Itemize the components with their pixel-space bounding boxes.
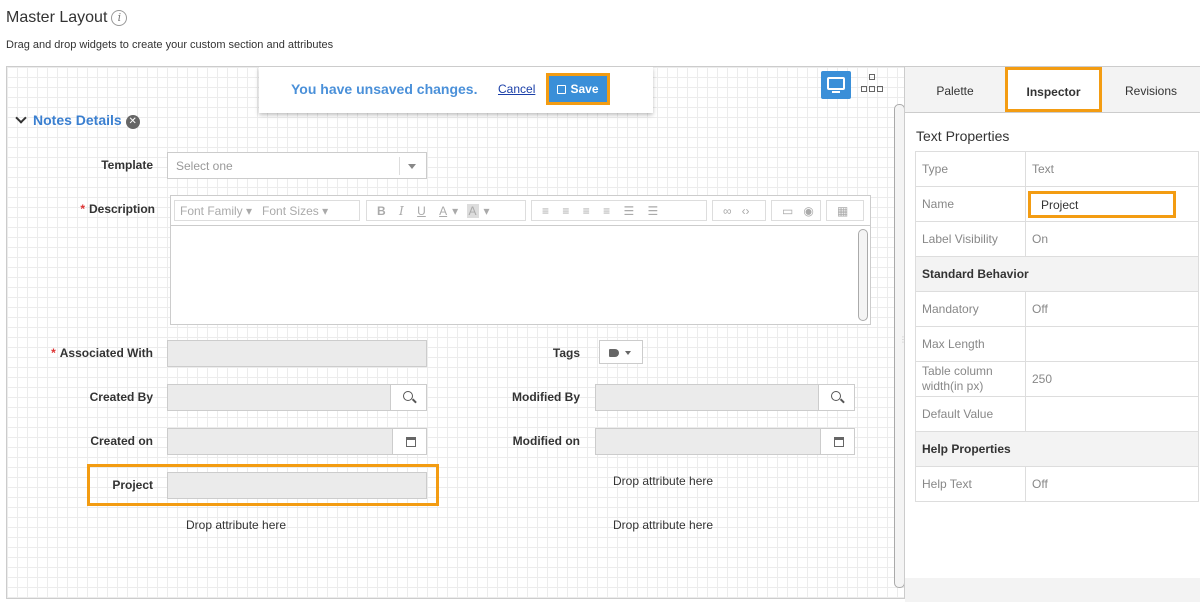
layout-canvas: You have unsaved changes. Cancel Save No… <box>6 66 905 599</box>
align-left-icon[interactable]: ≡ <box>542 204 549 218</box>
created-by-search-button[interactable] <box>390 384 427 411</box>
tags-label: Tags <box>552 346 580 360</box>
print-icon[interactable]: ▭ <box>782 204 793 218</box>
search-icon <box>403 391 413 401</box>
drop-zone-left[interactable]: Drop attribute here <box>186 518 286 532</box>
name-input[interactable]: Project <box>1028 190 1176 218</box>
property-row: Default Value <box>915 396 1199 432</box>
bold-button[interactable]: B <box>377 204 386 218</box>
created-on-label: Created on <box>90 434 153 448</box>
modified-by-field[interactable] <box>595 384 819 411</box>
tab-revisions[interactable]: Revisions <box>1102 67 1200 112</box>
modified-on-calendar-button[interactable] <box>820 428 855 455</box>
save-button[interactable]: Save <box>546 73 610 105</box>
property-section: Standard Behavior <box>915 256 1199 292</box>
description-label: * Description <box>80 202 155 216</box>
numbered-list-icon[interactable]: ☰ <box>648 204 659 218</box>
tree-view-button[interactable] <box>857 71 887 99</box>
tab-inspector[interactable]: Inspector <box>1005 67 1102 112</box>
created-by-label: Created By <box>89 390 153 404</box>
table-button[interactable]: ▦ <box>826 200 864 221</box>
tag-icon <box>609 349 619 357</box>
background-color-button[interactable]: A <box>466 204 479 218</box>
section-title: Notes Details <box>33 112 122 128</box>
floppy-disk-icon <box>557 85 567 94</box>
align-right-icon[interactable]: ≡ <box>583 204 590 218</box>
desktop-icon <box>827 77 845 90</box>
modified-on-field[interactable] <box>595 428 821 455</box>
modified-on-label: Modified on <box>512 434 580 448</box>
template-label: Template <box>101 158 153 172</box>
search-icon <box>831 391 841 401</box>
chevron-down-icon[interactable] <box>15 112 27 124</box>
description-editor[interactable]: Font Family ▾ Font Sizes ▾ B I U A ▾ A ▾ ≡… <box>170 195 871 325</box>
unsaved-message: You have unsaved changes. <box>291 81 478 97</box>
link-icon[interactable]: ∞ <box>723 204 732 218</box>
page-subtitle: Drag and drop widgets to create your cus… <box>6 39 334 51</box>
property-section: Help Properties <box>915 431 1199 467</box>
property-row: Table column width(in px) 250 <box>915 361 1199 397</box>
canvas-scrollbar[interactable] <box>894 104 904 588</box>
bullet-list-icon[interactable]: ☰ <box>623 204 634 218</box>
cancel-link[interactable]: Cancel <box>498 82 535 96</box>
drop-zone-right-1[interactable]: Drop attribute here <box>613 474 713 488</box>
underline-button[interactable]: U <box>417 204 426 218</box>
project-field[interactable] <box>167 472 427 499</box>
editor-scrollbar[interactable] <box>858 229 868 321</box>
side-panel: Palette Inspector Revisions Text Propert… <box>905 66 1200 602</box>
properties-title: Text Properties <box>916 128 1010 144</box>
print-group: ▭ ◉ <box>771 200 821 221</box>
font-color-button[interactable]: A <box>439 204 447 218</box>
panel-footer <box>905 578 1200 602</box>
italic-button[interactable]: I <box>399 204 404 218</box>
link-group: ∞ ‹› <box>712 200 766 221</box>
modified-by-label: Modified By <box>512 390 580 404</box>
template-select[interactable]: Select one <box>167 152 427 179</box>
property-row: Label Visibility On <box>915 221 1199 257</box>
alignment-group: ≡ ≡ ≡ ≡ ☰ ☰ <box>531 200 707 221</box>
drop-zone-right-2[interactable]: Drop attribute here <box>613 518 713 532</box>
desktop-view-button[interactable] <box>821 71 851 99</box>
calendar-icon <box>834 437 844 447</box>
associated-with-field[interactable] <box>167 340 427 367</box>
created-by-field[interactable] <box>167 384 391 411</box>
remove-section-icon[interactable]: ✕ <box>125 115 140 129</box>
calendar-icon <box>406 437 416 447</box>
project-label: Project <box>112 478 153 492</box>
tab-palette[interactable]: Palette <box>905 67 1005 112</box>
property-row: Max Length <box>915 326 1199 362</box>
code-icon[interactable]: ‹› <box>742 204 750 218</box>
tags-dropdown[interactable] <box>599 340 643 364</box>
associated-with-label: * Associated With <box>51 346 153 360</box>
modified-by-search-button[interactable] <box>818 384 855 411</box>
property-row: Name Project <box>915 186 1199 222</box>
page-title: Master Layout i <box>6 9 128 27</box>
text-style-group: B I U A ▾ A ▾ <box>366 200 526 221</box>
align-justify-icon[interactable]: ≡ <box>603 204 610 218</box>
font-family-dropdown[interactable]: Font Family ▾ Font Sizes ▾ <box>174 200 360 221</box>
property-row: Help Text Off <box>915 466 1199 502</box>
info-icon[interactable]: i <box>111 10 128 26</box>
section-header[interactable]: Notes Details ✕ <box>15 112 140 129</box>
properties-table: Type Text Name Project Label Visibility On … <box>915 151 1199 502</box>
created-on-calendar-button[interactable] <box>392 428 427 455</box>
chevron-down-icon <box>625 351 631 355</box>
editor-toolbar: Font Family ▾ Font Sizes ▾ B I U A ▾ A ▾ ≡… <box>171 196 870 226</box>
property-row: Type Text <box>915 151 1199 187</box>
chevron-down-icon <box>408 164 416 169</box>
preview-eye-icon[interactable]: ◉ <box>803 204 813 218</box>
align-center-icon[interactable]: ≡ <box>562 204 569 218</box>
desktop-stand <box>832 91 840 93</box>
inspector-body: Text Properties Type Text Name Project Lab… <box>905 112 1200 602</box>
table-icon: ▦ <box>837 204 849 218</box>
created-on-field[interactable] <box>167 428 393 455</box>
property-row: Mandatory Off <box>915 291 1199 327</box>
unsaved-changes-bar: You have unsaved changes. Cancel Save <box>259 67 653 113</box>
